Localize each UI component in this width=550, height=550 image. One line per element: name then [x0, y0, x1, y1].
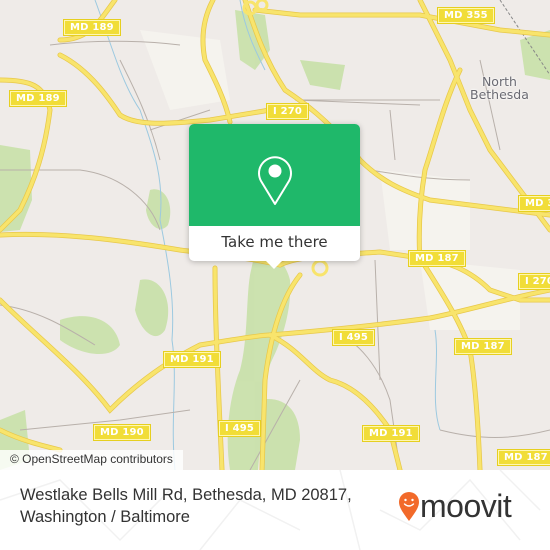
place-label-line: Bethesda [470, 87, 529, 102]
address-line: Westlake Bells Mill Rd, Bethesda, MD 208… [20, 486, 352, 504]
road-shield-md187: MD 187 [454, 338, 512, 355]
road-shield-md189: MD 189 [63, 19, 121, 36]
moovit-pin-icon [399, 492, 419, 521]
park-area [300, 60, 345, 90]
stream [434, 329, 441, 431]
popup-pointer [265, 260, 283, 269]
road-shield-md3: MD 3 [518, 195, 550, 212]
map-pin-icon [258, 156, 292, 205]
footer: Westlake Bells Mill Rd, Bethesda, MD 208… [0, 470, 550, 550]
road-shield-i495: I 495 [331, 329, 376, 346]
take-me-there-button[interactable]: Take me there [189, 226, 360, 261]
map-view[interactable]: MD 189 MD 189 MD 355 I 270 MD 3 MD 187 I… [0, 0, 550, 470]
address: Westlake Bells Mill Rd, Bethesda, MD 208… [20, 484, 380, 528]
road-shield-md191: MD 191 [163, 351, 221, 368]
road [294, 99, 421, 106]
address-line: Washington / Baltimore [20, 508, 190, 526]
road-shield-md190: MD 190 [93, 424, 151, 441]
road-shield-i270: I 270 [265, 103, 310, 120]
road-shield-md187: MD 187 [497, 449, 550, 466]
park-area [135, 279, 169, 337]
place-label-north-bethesda: North Bethesda [470, 75, 529, 101]
interchange-loop [255, 0, 269, 12]
road-shield-md191: MD 191 [362, 425, 420, 442]
road-md191 [0, 298, 272, 413]
road [439, 429, 550, 438]
road-shield-i495: I 495 [217, 420, 262, 437]
road-shield-md355: MD 355 [437, 7, 495, 24]
road-shield-i270: I 270 [517, 273, 550, 290]
location-popup: Take me there [189, 124, 360, 269]
road [374, 259, 381, 381]
park-area [520, 30, 550, 80]
moovit-wordmark: moovit [420, 488, 512, 524]
road [253, 8, 550, 37]
road-shield-md187: MD 187 [408, 250, 466, 267]
popup-header [189, 124, 360, 226]
park-area [60, 316, 120, 355]
road-shield-md189: MD 189 [9, 90, 67, 107]
interchange-loop [311, 259, 329, 277]
map-attribution[interactable]: © OpenStreetMap contributors [0, 450, 183, 470]
road [389, 109, 396, 161]
